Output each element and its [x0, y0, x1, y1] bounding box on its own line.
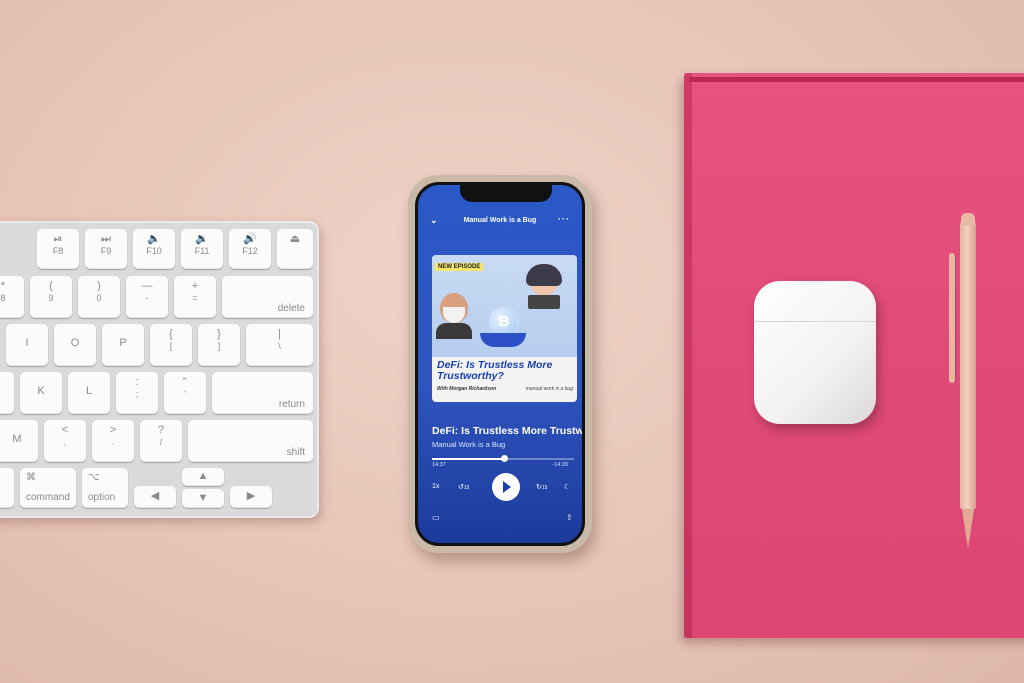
more-icon[interactable]: ··· [558, 214, 570, 224]
key-f11[interactable]: 🔉 F11 [181, 229, 223, 269]
key-slash[interactable]: ? / [140, 420, 182, 462]
key-i[interactable]: I [6, 324, 48, 366]
chevron-down-icon[interactable]: ⌄ [430, 215, 438, 226]
sleep-timer-icon[interactable]: ☾ [564, 483, 570, 491]
key-arrow-left[interactable]: ◀ [134, 486, 176, 508]
episode-title: DeFi: Is Trustless More Trustworthy? [432, 425, 584, 437]
key-o[interactable]: O [54, 324, 96, 366]
key-minus[interactable]: — - [126, 276, 168, 318]
skip-back-icon[interactable]: ↺15 [458, 483, 469, 491]
pen [949, 213, 979, 555]
progress-scrubber[interactable] [432, 455, 574, 462]
man-avatar-icon [436, 293, 472, 339]
keyboard: ⏯ F8 ⏭ F9 🔈 F10 🔉 F11 🔊 F12 ⏏ * 8 (9 ) 0 — - + = … [0, 221, 319, 518]
key-p[interactable]: P [102, 324, 144, 366]
remaining-time: -14:20 [552, 462, 568, 468]
key-j[interactable]: J [0, 372, 14, 414]
artwork-illustration: NEW EPISODE B [432, 255, 577, 357]
player-header: ⌄ Manual Work is a Bug ··· [418, 214, 582, 231]
key-command[interactable]: ⌘ command [20, 468, 76, 508]
show-name[interactable]: Manual Work is a Bug [432, 440, 505, 449]
key-m[interactable]: M [0, 420, 38, 462]
key-f9[interactable]: ⏭ F9 [85, 229, 127, 269]
artwork-guest: With Morgan Richardson [437, 386, 497, 392]
key-0[interactable]: ) 0 [78, 276, 120, 318]
elapsed-time: 14:37 [432, 462, 446, 468]
key-semicolon[interactable]: :; [116, 372, 158, 414]
key-arrow-right[interactable]: ▶ [230, 486, 272, 508]
woman-avatar-icon [526, 264, 562, 295]
playback-controls: 1x ↺15 ↻15 ☾ [418, 471, 582, 503]
key-f12[interactable]: 🔊 F12 [229, 229, 271, 269]
podcast-player-screen: ⌄ Manual Work is a Bug ··· NEW EPISODE B… [415, 182, 585, 546]
key-space[interactable] [0, 468, 14, 508]
key-k[interactable]: K [20, 372, 62, 414]
key-eject[interactable]: ⏏ [277, 229, 313, 269]
key-backslash[interactable]: | \ [246, 324, 313, 366]
hands-icon [480, 333, 526, 347]
skip-forward-icon[interactable]: ↻15 [536, 483, 547, 491]
artwork-title: DeFi: Is Trustless More Trustworthy? [437, 359, 553, 383]
key-l[interactable]: L [68, 372, 110, 414]
key-8[interactable]: * 8 [0, 276, 24, 318]
key-f8[interactable]: ⏯ F8 [37, 229, 79, 269]
key-shift[interactable]: shift [188, 420, 313, 462]
laptop-icon [528, 295, 560, 309]
key-right-bracket[interactable]: }] [198, 324, 240, 366]
progress-knob[interactable] [501, 455, 509, 462]
phone: ⌄ Manual Work is a Bug ··· NEW EPISODE B… [408, 175, 592, 553]
key-f10[interactable]: 🔈 F10 [133, 229, 175, 269]
progress-fill [432, 458, 505, 460]
key-quote[interactable]: " ' [164, 372, 206, 414]
devices-icon[interactable]: ▭ [432, 513, 440, 522]
header-title: Manual Work is a Bug [463, 217, 537, 224]
artwork-logo: manual work is a bug [525, 386, 573, 392]
speed-button[interactable]: 1x [432, 483, 439, 490]
key-return[interactable]: return [212, 372, 313, 414]
key-arrow-up[interactable]: ▲ [182, 468, 224, 486]
phone-notch [460, 185, 552, 202]
share-icon[interactable]: ⇪ [566, 513, 573, 522]
earbuds-case [754, 281, 876, 424]
key-period[interactable]: >. [92, 420, 134, 462]
key-9[interactable]: (9 [30, 276, 72, 318]
play-icon[interactable] [492, 473, 520, 501]
key-equals[interactable]: + = [174, 276, 216, 318]
key-comma[interactable]: <, [44, 420, 86, 462]
key-option[interactable]: ⌥ option [82, 468, 128, 508]
key-delete[interactable]: delete [222, 276, 313, 318]
episode-artwork: NEW EPISODE B DeFi: Is Trustless More Tr… [432, 255, 577, 402]
key-left-bracket[interactable]: {[ [150, 324, 192, 366]
new-episode-badge: NEW EPISODE [435, 263, 484, 271]
key-arrow-down[interactable]: ▼ [182, 489, 224, 508]
